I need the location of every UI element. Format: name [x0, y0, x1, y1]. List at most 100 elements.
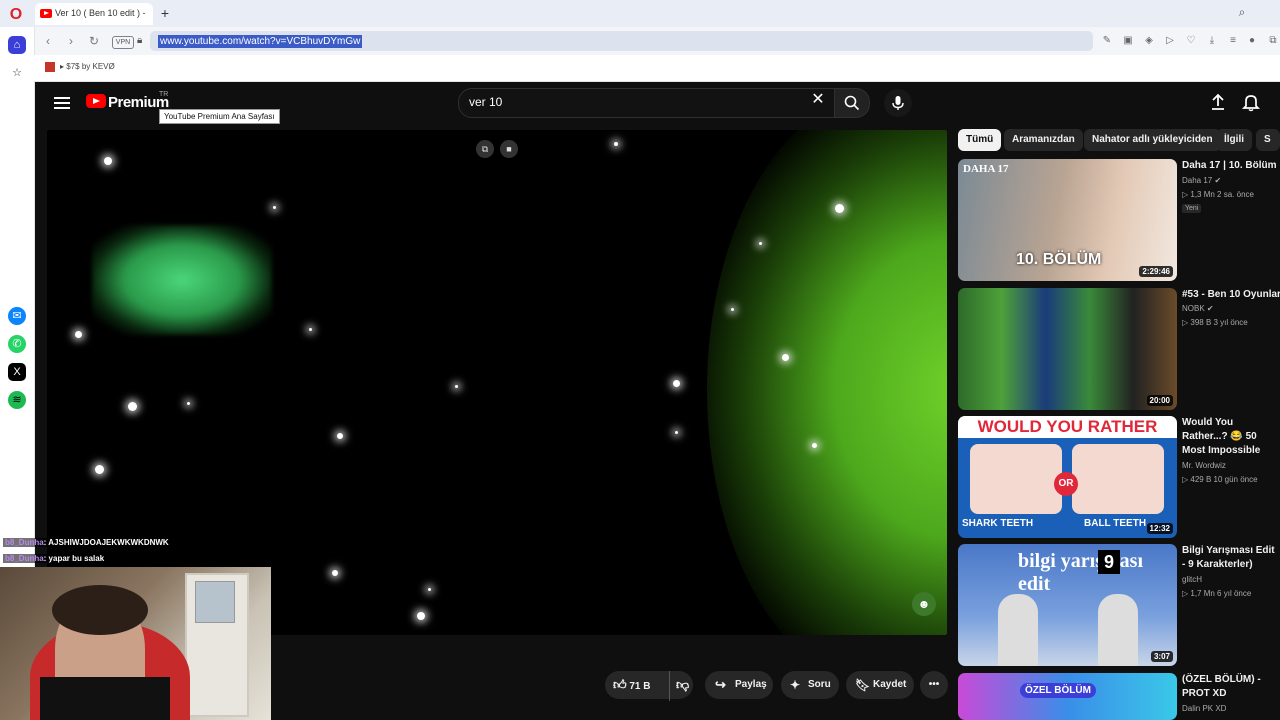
star-particle — [128, 402, 137, 411]
browser-tab[interactable]: Ver 10 ( Ben 10 edit ) - Yo — [35, 3, 153, 25]
teeth-image-right — [1072, 444, 1164, 514]
rec-title[interactable]: Would You Rather...? 😂 50 Most Impossibl… — [1182, 416, 1280, 458]
star-icon[interactable]: ☆ — [8, 64, 26, 82]
green-glow-graphic — [707, 130, 947, 635]
rec-channel[interactable]: NOBK ✔ — [1182, 304, 1214, 313]
hamburger-menu-icon[interactable] — [54, 94, 70, 110]
rec-thumbnail[interactable]: 20:00 — [958, 288, 1177, 410]
rec-channel[interactable]: Daha 17 ✔ — [1182, 176, 1221, 185]
shield-icon[interactable]: ◈ — [1142, 34, 1156, 48]
bookmark-label: $7$ by KEVØ — [66, 62, 115, 71]
whatsapp-icon[interactable]: ✆ — [8, 335, 26, 353]
microphone-icon — [892, 96, 904, 110]
rec-channel[interactable]: Dalin PK XD — [1182, 704, 1226, 713]
video-duration: 2:29:46 — [1139, 266, 1173, 277]
ask-button[interactable]: ✦ Soru — [781, 671, 839, 699]
rec-thumbnail[interactable]: WOULD YOU RATHER OR SHARK TEETH BALL TEE… — [958, 416, 1177, 538]
url-text[interactable]: www.youtube.com/watch?v=VCBhuvDYmGw — [158, 35, 363, 48]
notifications-button[interactable] — [1241, 92, 1261, 112]
chip-from-search[interactable]: Aramanızdan — [1004, 129, 1083, 151]
streamer-webcam — [0, 567, 271, 720]
rec-channel[interactable]: glitcH — [1182, 575, 1202, 584]
share-button[interactable]: ↪ Paylaş — [705, 671, 773, 699]
like-dislike-group: 👍︎ 71 B 👎︎ — [605, 671, 693, 701]
reload-icon[interactable]: ↻ — [87, 34, 101, 48]
upload-icon — [1212, 93, 1224, 110]
youtube-favicon-icon — [40, 9, 52, 18]
rec-thumbnail[interactable]: bilgi yarışması edit 9 3:07 — [958, 544, 1177, 666]
verified-icon: ✔ — [1206, 304, 1214, 313]
video-player[interactable] — [47, 130, 947, 635]
rec-title[interactable]: Bilgi Yarışması Edit - 9 Karakterler) — [1182, 544, 1280, 572]
tab-search-icon[interactable]: ⌕ — [1234, 5, 1250, 21]
camera-icon[interactable]: ▣ — [1121, 34, 1135, 48]
more-actions-button[interactable]: ••• — [920, 671, 948, 699]
star-particle — [812, 443, 817, 448]
chip-related[interactable]: İlgili — [1216, 129, 1252, 151]
chat-text: : yapar bu salak — [43, 554, 105, 563]
edit-icon[interactable]: ✎ — [1100, 34, 1114, 48]
rec-meta: ▷ 398 B 3 yıl önce — [1182, 318, 1248, 327]
back-icon[interactable]: ‹ — [41, 34, 55, 48]
dislike-button[interactable]: 👎︎ — [669, 671, 689, 701]
spotify-icon[interactable]: ≋ — [8, 391, 26, 409]
vpn-badge[interactable]: VPN — [112, 36, 134, 49]
channel-watermark-icon[interactable]: ☻ — [912, 592, 936, 616]
download-icon[interactable]: ⤓ — [1205, 34, 1219, 48]
like-count: 71 B — [629, 681, 651, 692]
lock-icon[interactable]: 🔒︎ — [137, 35, 142, 46]
forward-icon[interactable]: › — [64, 34, 78, 48]
rec-title[interactable]: #53 - Ben 10 Oyunları — [1182, 288, 1280, 302]
star-particle — [417, 612, 425, 620]
chip-more[interactable]: S — [1256, 129, 1280, 151]
thumb-right-label: BALL TEETH — [1084, 518, 1147, 529]
thumb-text: ÖZEL BÖLÜM — [1020, 683, 1096, 698]
rec-stats: 1,7 Mn 6 yıl önce — [1190, 589, 1252, 598]
rec-channel[interactable]: Mr. Wordwiz — [1182, 461, 1226, 470]
rec-thumbnail[interactable]: DAHA 17 10. BÖLÜM 2:29:46 — [958, 159, 1177, 281]
star-particle — [95, 465, 104, 474]
heart-icon[interactable]: ♡ — [1184, 34, 1198, 48]
bell-icon — [1241, 95, 1261, 112]
chat-user: b8_Dunha — [5, 538, 44, 547]
x-twitter-icon[interactable]: X — [8, 363, 26, 381]
home-icon[interactable]: ⌂ — [8, 36, 26, 54]
camera-record-icon[interactable]: ■ — [500, 140, 518, 158]
chip-all[interactable]: Tümü — [958, 129, 1002, 151]
new-tab-button[interactable]: + — [157, 4, 173, 22]
bookmark-item[interactable]: ▸ $7$ by KEVØ — [60, 62, 115, 71]
opera-logo-icon[interactable]: O — [6, 5, 26, 25]
new-badge: Yeni — [1182, 204, 1202, 213]
search-input[interactable] — [458, 88, 835, 118]
search-query[interactable]: ver 10 — [469, 95, 502, 109]
streamer-hair — [52, 585, 148, 635]
search-button[interactable] — [834, 88, 870, 118]
rec-title[interactable]: (ÖZEL BÖLÜM) - PROT XD TAMAMLADIK! 🔥 — [1182, 673, 1280, 701]
messenger-icon[interactable]: ✉ — [8, 307, 26, 325]
extensions-icon[interactable]: ⧉ — [1266, 34, 1280, 48]
profile-icon[interactable]: ● — [1245, 34, 1259, 48]
clear-search-icon[interactable]: ✕ — [809, 91, 827, 109]
star-particle — [337, 433, 343, 439]
menu-list-icon[interactable]: ≡ — [1226, 34, 1240, 48]
chip-from-uploader[interactable]: Nahator adlı yükleyiciden — [1084, 129, 1221, 151]
upload-button[interactable] — [1208, 92, 1228, 112]
star-particle — [455, 385, 458, 388]
person-figure-right — [1098, 594, 1138, 666]
rec-meta: ▷ 1,7 Mn 6 yıl önce — [1182, 589, 1252, 598]
star-particle — [309, 328, 312, 331]
rec-thumbnail[interactable]: ÖZEL BÖLÜM — [958, 673, 1177, 720]
like-button[interactable]: 👍︎ 71 B — [613, 671, 651, 701]
video-duration: 12:32 — [1146, 523, 1173, 534]
miniplayer-icon[interactable]: ⧉ — [476, 140, 494, 158]
rec-title[interactable]: Daha 17 | 10. Bölüm — [1182, 159, 1280, 173]
thumb-text: 10. BÖLÜM — [1016, 251, 1102, 268]
voice-search-button[interactable] — [884, 89, 912, 117]
save-button[interactable]: 🔖︎ Kaydet — [846, 671, 914, 699]
play-icon[interactable]: ▷ — [1163, 34, 1177, 48]
youtube-logo-icon[interactable] — [86, 94, 106, 108]
teeth-image-left — [970, 444, 1062, 514]
ask-label: Soru — [808, 679, 831, 690]
chat-text: : AJSHIWJDOAJEKWKWKDNWK — [43, 538, 169, 547]
bookmarks-bar — [34, 55, 1280, 82]
